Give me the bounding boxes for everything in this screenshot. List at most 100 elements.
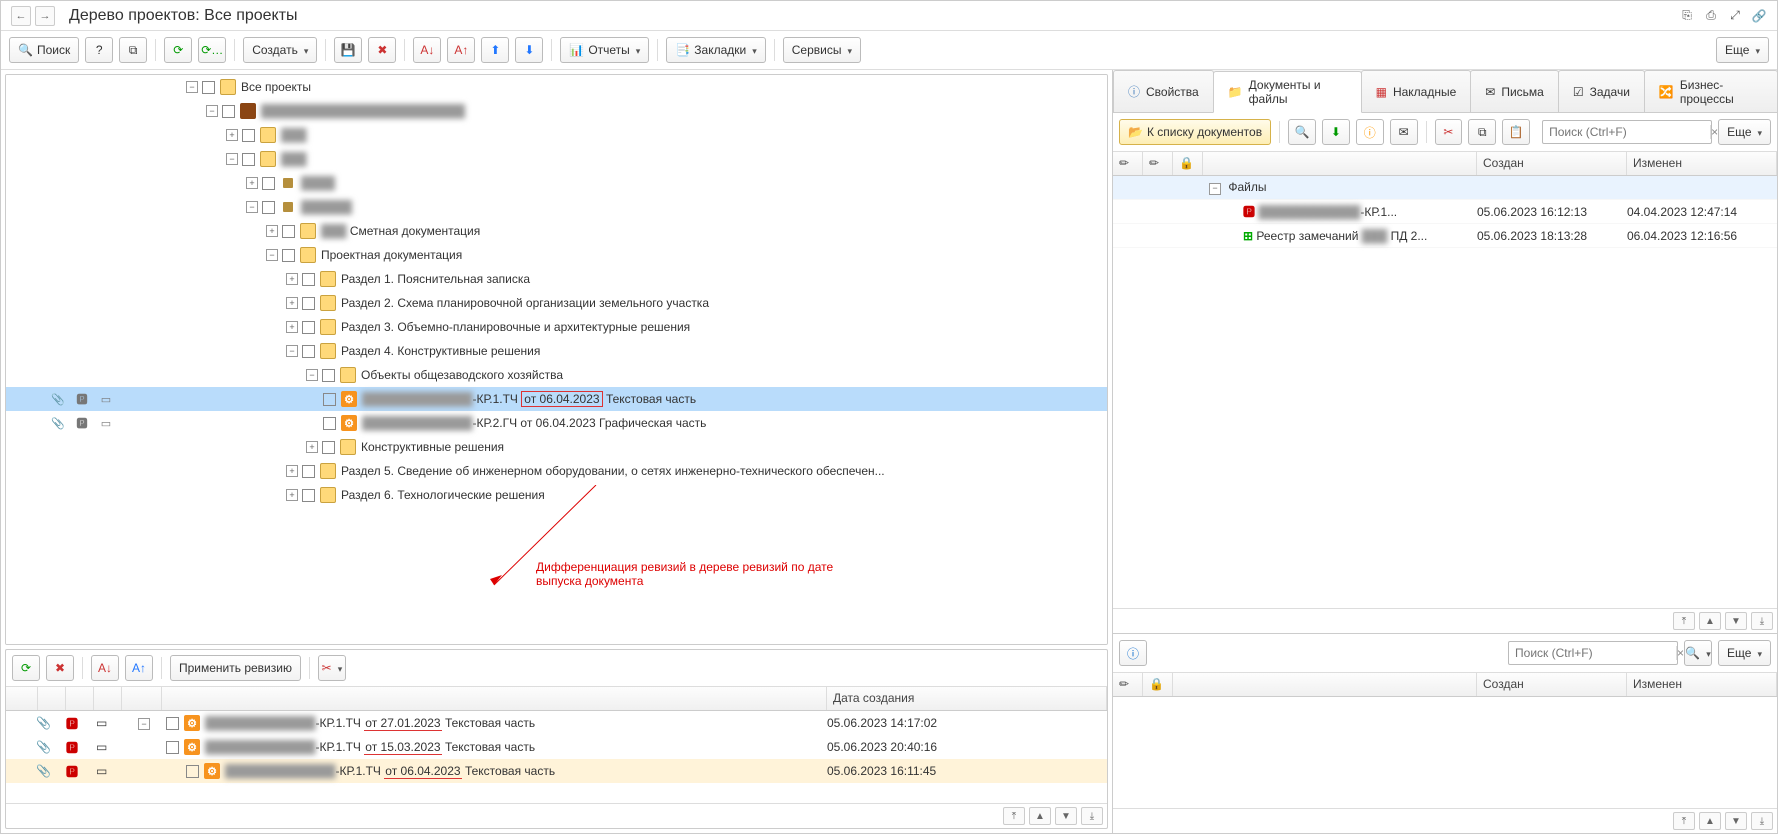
- reports-button[interactable]: 📊 Отчеты: [560, 37, 649, 63]
- copy-button[interactable]: ⧉: [119, 37, 147, 63]
- checkbox[interactable]: [302, 321, 315, 334]
- scroll-top-icon[interactable]: ⤒: [1003, 807, 1025, 825]
- move-up-button[interactable]: ⬆: [481, 37, 509, 63]
- checkbox[interactable]: [282, 249, 295, 262]
- tab-properties[interactable]: ⓘСвойства: [1113, 70, 1214, 112]
- search-button[interactable]: 🔍 Поиск: [9, 37, 79, 63]
- filter-lower-button[interactable]: 🔍: [1684, 640, 1712, 666]
- expand-icon[interactable]: +: [286, 489, 298, 501]
- help-button[interactable]: ?: [85, 37, 113, 63]
- refresh-list-button[interactable]: ⟳…: [198, 37, 226, 63]
- checkbox[interactable]: [302, 465, 315, 478]
- checkbox[interactable]: [282, 225, 295, 238]
- bookmarks-button[interactable]: 📑 Закладки: [666, 37, 765, 63]
- scroll-top-icon[interactable]: ⤒: [1673, 812, 1695, 830]
- scroll-down-icon[interactable]: ▼: [1725, 612, 1747, 630]
- search-input[interactable]: [1543, 125, 1710, 139]
- scroll-down-icon[interactable]: ▼: [1725, 812, 1747, 830]
- tab-tasks[interactable]: ☑Задачи: [1558, 70, 1645, 112]
- expand-icon[interactable]: −: [206, 105, 218, 117]
- expand-icon[interactable]: −: [1209, 183, 1221, 195]
- paste-button[interactable]: 📋: [1502, 119, 1530, 145]
- clear-search-lower-icon[interactable]: ×: [1676, 646, 1684, 660]
- save-button[interactable]: 💾: [334, 37, 362, 63]
- checkbox[interactable]: [302, 489, 315, 502]
- scroll-up-icon[interactable]: ▲: [1029, 807, 1051, 825]
- delete-rev-button[interactable]: ✖: [46, 655, 74, 681]
- info-button-lower[interactable]: ⓘ: [1119, 640, 1147, 666]
- scroll-bottom-icon[interactable]: ⤓: [1751, 812, 1773, 830]
- move-down-button[interactable]: ⬇: [515, 37, 543, 63]
- apply-revision-button[interactable]: Применить ревизию: [170, 655, 301, 681]
- project-tree[interactable]: −Все проекты −████████████████████████ +…: [6, 75, 1107, 644]
- checkbox[interactable]: [202, 81, 215, 94]
- checkbox[interactable]: [302, 345, 315, 358]
- expand-icon[interactable]: −: [286, 345, 298, 357]
- clear-search-icon[interactable]: ×: [1710, 125, 1718, 139]
- checkbox[interactable]: [166, 717, 179, 730]
- checkbox[interactable]: [262, 177, 275, 190]
- expand-icon[interactable]: +: [306, 441, 318, 453]
- cut-button[interactable]: ✂: [1435, 119, 1463, 145]
- tree-row-selected[interactable]: 📎 🅿 ▭ ⚙ █████████████-КР.1.ТЧ от 06.04.2…: [6, 387, 1107, 411]
- checkbox[interactable]: [322, 369, 335, 382]
- more-right-button[interactable]: Еще: [1718, 119, 1771, 145]
- print-icon[interactable]: ⎙: [1701, 6, 1721, 26]
- files-group-row[interactable]: − Файлы: [1113, 176, 1777, 200]
- revision-list[interactable]: 📎🅿▭ − ⚙ █████████████-КР.1.ТЧ от 27.01.2…: [6, 711, 1107, 803]
- scroll-down-icon[interactable]: ▼: [1055, 807, 1077, 825]
- tab-letters[interactable]: ✉Письма: [1470, 70, 1559, 112]
- to-doc-list-button[interactable]: 📂 К списку документов: [1119, 119, 1271, 145]
- scroll-bottom-icon[interactable]: ⤓: [1751, 612, 1773, 630]
- sort-rev-desc-button[interactable]: A↑: [125, 655, 153, 681]
- maximize-icon[interactable]: ⤢: [1725, 6, 1745, 26]
- expand-icon[interactable]: −: [266, 249, 278, 261]
- checkbox[interactable]: [302, 297, 315, 310]
- tree-row[interactable]: 📎 🅿 ▭ ⚙ █████████████-КР.2.ГЧ от 06.04.2…: [6, 411, 1107, 435]
- scroll-up-icon[interactable]: ▲: [1699, 812, 1721, 830]
- create-button[interactable]: Создать: [243, 37, 317, 63]
- expand-icon[interactable]: +: [266, 225, 278, 237]
- expand-icon[interactable]: +: [246, 177, 258, 189]
- refresh-rev-button[interactable]: ⟳: [12, 655, 40, 681]
- checkbox[interactable]: [186, 765, 199, 778]
- checkbox[interactable]: [166, 741, 179, 754]
- file-row[interactable]: ⊞ Реестр замечаний ███ ПД 2... 05.06.202…: [1113, 224, 1777, 248]
- delete-button[interactable]: ✖: [368, 37, 396, 63]
- copy-button[interactable]: ⧉: [1468, 119, 1496, 145]
- files-grid[interactable]: − Файлы 🅿 ████████████-КР.1... 05.06.202…: [1113, 176, 1777, 608]
- mail-button[interactable]: ✉: [1390, 119, 1418, 145]
- expand-icon[interactable]: +: [286, 321, 298, 333]
- tab-documents[interactable]: 📁Документы и файлы: [1213, 71, 1362, 113]
- search-input-lower[interactable]: [1509, 646, 1676, 660]
- checkbox[interactable]: [302, 273, 315, 286]
- sort-za-button[interactable]: A↑: [447, 37, 475, 63]
- checkbox[interactable]: [222, 105, 235, 118]
- checkbox[interactable]: [262, 201, 275, 214]
- more-lower-button[interactable]: Еще: [1718, 640, 1771, 666]
- services-button[interactable]: Сервисы: [783, 37, 861, 63]
- revision-row[interactable]: 📎🅿▭ ⚙ █████████████-КР.1.ТЧ от 15.03.202…: [6, 735, 1107, 759]
- revision-row-selected[interactable]: 📎🅿▭ ⚙ █████████████-КР.1.ТЧ от 06.04.202…: [6, 759, 1107, 783]
- view-button[interactable]: 🔍: [1288, 119, 1316, 145]
- tab-invoices[interactable]: ▦Накладные: [1361, 70, 1472, 112]
- download-button[interactable]: ⬇: [1322, 119, 1350, 145]
- sort-az-button[interactable]: A↓: [413, 37, 441, 63]
- sort-rev-asc-button[interactable]: A↓: [91, 655, 119, 681]
- tab-processes[interactable]: 🔀Бизнес-процессы: [1644, 70, 1777, 112]
- expand-icon[interactable]: −: [186, 81, 198, 93]
- expand-icon[interactable]: +: [226, 129, 238, 141]
- expand-icon[interactable]: +: [286, 273, 298, 285]
- checkbox[interactable]: [242, 153, 255, 166]
- info-button[interactable]: ⓘ: [1356, 119, 1384, 145]
- expand-icon[interactable]: −: [226, 153, 238, 165]
- scroll-bottom-icon[interactable]: ⤓: [1081, 807, 1103, 825]
- checkbox[interactable]: [242, 129, 255, 142]
- nav-forward[interactable]: →: [35, 6, 55, 26]
- scroll-top-icon[interactable]: ⤒: [1673, 612, 1695, 630]
- checkbox[interactable]: [322, 441, 335, 454]
- expand-icon[interactable]: +: [286, 465, 298, 477]
- expand-icon[interactable]: −: [306, 369, 318, 381]
- checkbox[interactable]: [323, 417, 336, 430]
- revision-row[interactable]: 📎🅿▭ − ⚙ █████████████-КР.1.ТЧ от 27.01.2…: [6, 711, 1107, 735]
